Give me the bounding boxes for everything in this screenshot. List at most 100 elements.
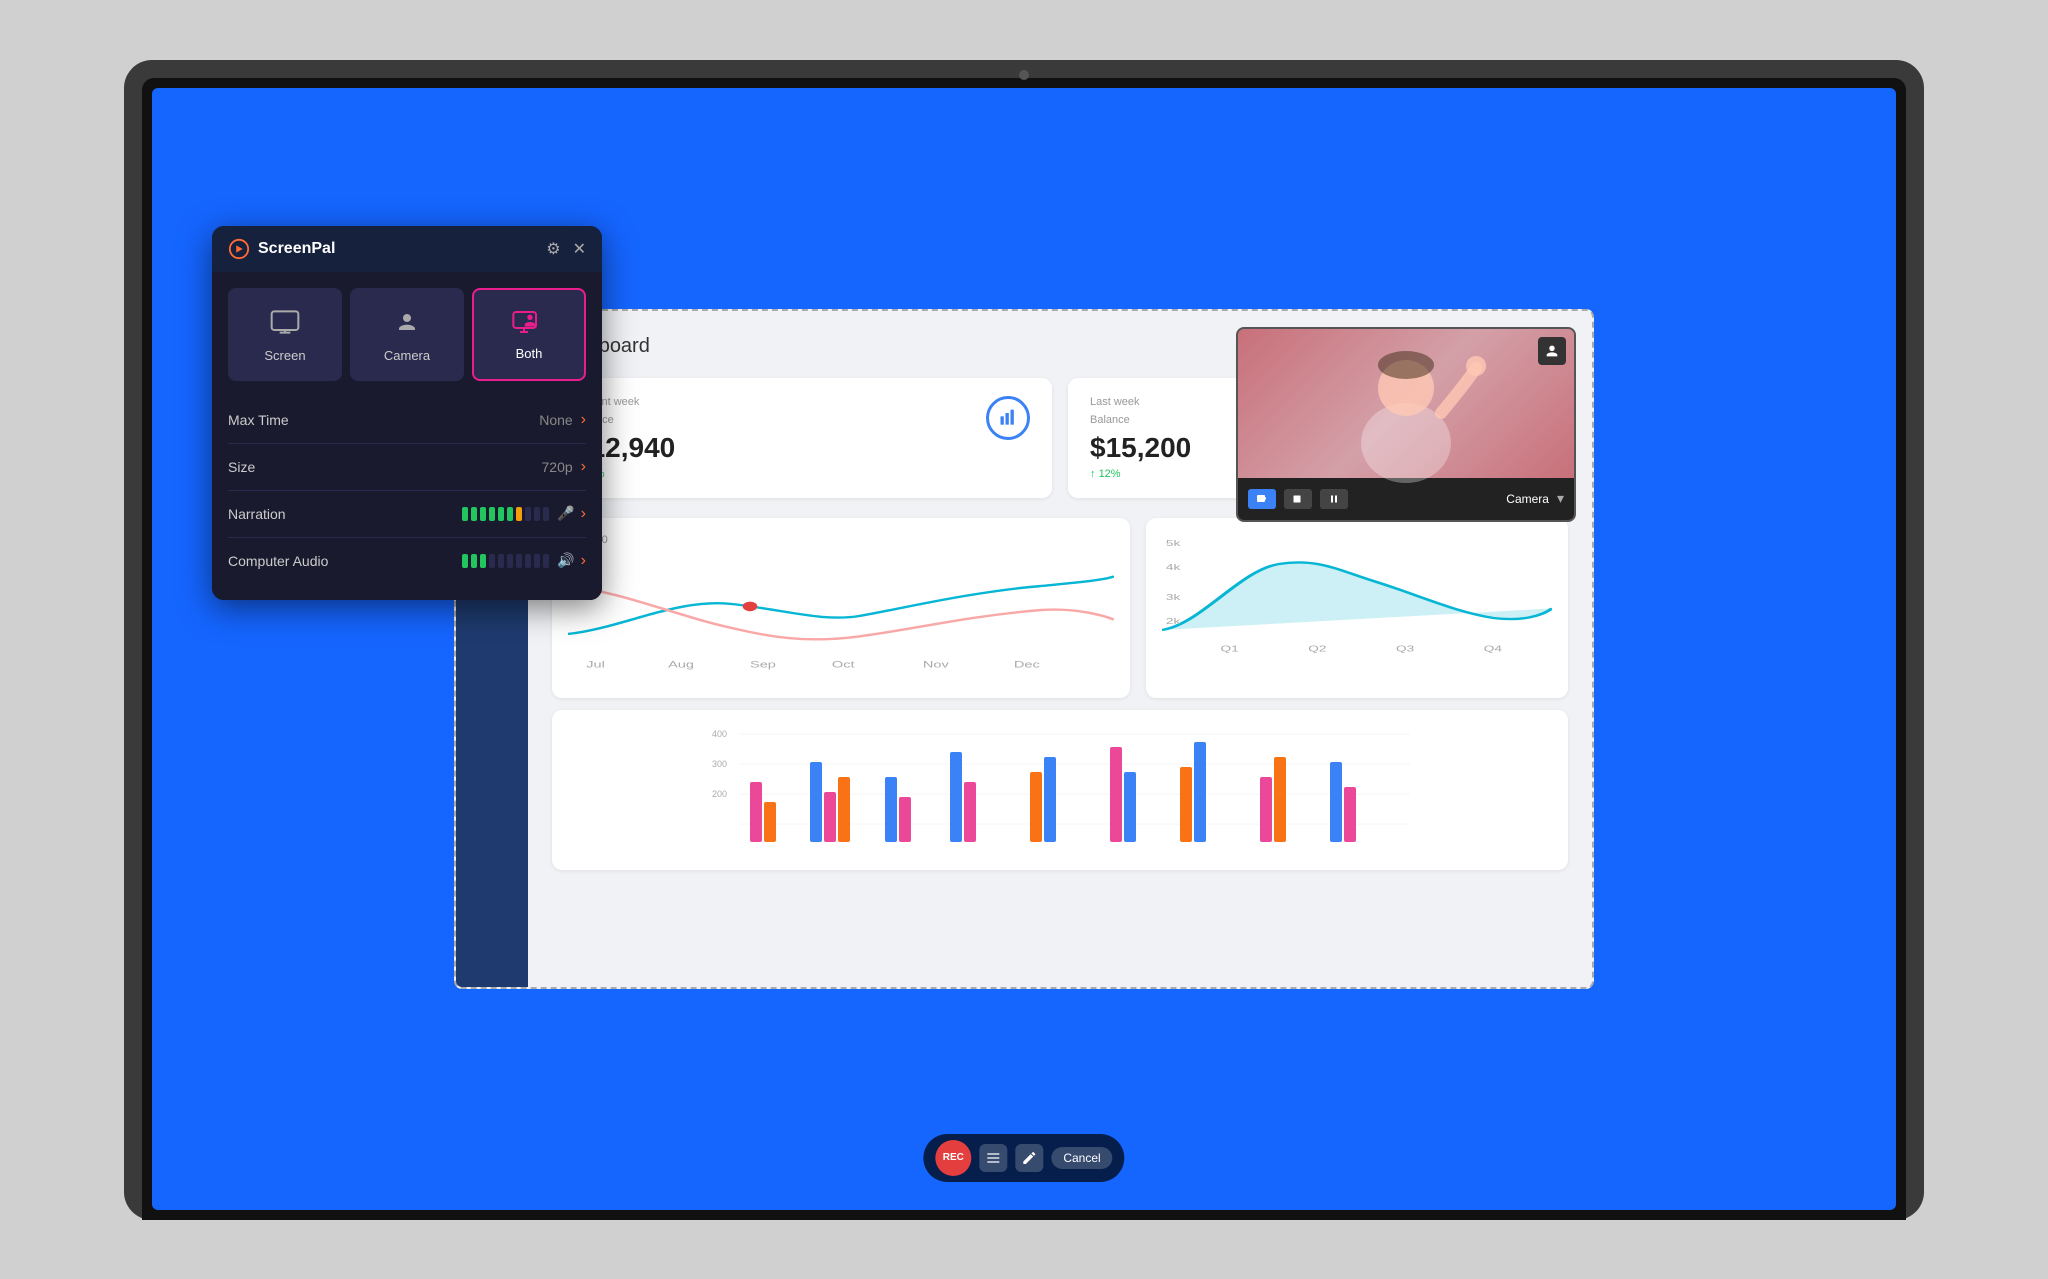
recorder-settings: Max Time None › Size 720p › Narration bbox=[212, 397, 602, 600]
recorder-toolbar: REC Cancel bbox=[923, 1134, 1124, 1182]
recorder-header-actions: ⚙ ✕ bbox=[546, 239, 586, 259]
svg-text:4k: 4k bbox=[1166, 563, 1181, 572]
bar-3 bbox=[480, 507, 486, 521]
ca-bar-2 bbox=[471, 554, 477, 568]
settings-icon[interactable]: ⚙ bbox=[546, 239, 560, 259]
svg-text:5k: 5k bbox=[1166, 539, 1181, 548]
camera-controls: Camera ▾ bbox=[1238, 478, 1574, 520]
bar-chart-card: 400 300 200 bbox=[552, 710, 1568, 870]
dashboard-window: Dashboard Current week Balance $12,940 ↑… bbox=[454, 309, 1594, 989]
svg-text:400: 400 bbox=[712, 729, 727, 739]
computer-audio-arrow: › bbox=[581, 552, 586, 570]
bar-10 bbox=[543, 507, 549, 521]
svg-text:Q3: Q3 bbox=[1396, 644, 1414, 653]
svg-text:Dec: Dec bbox=[1014, 659, 1040, 670]
svg-text:Aug: Aug bbox=[668, 659, 694, 670]
max-time-label: Max Time bbox=[228, 412, 539, 428]
mode-both-btn[interactable]: Both bbox=[472, 288, 586, 381]
both-mode-icon bbox=[512, 306, 546, 336]
narration-audio-bars bbox=[462, 507, 549, 521]
max-time-arrow: › bbox=[581, 411, 586, 429]
toolbar-draw-btn[interactable] bbox=[1015, 1144, 1043, 1172]
close-icon[interactable]: ✕ bbox=[573, 239, 586, 259]
svg-text:Q4: Q4 bbox=[1484, 644, 1502, 653]
svg-text:Q2: Q2 bbox=[1308, 644, 1326, 653]
balance-label-2: Balance bbox=[1090, 414, 1191, 426]
mode-camera-btn[interactable]: Camera bbox=[350, 288, 464, 381]
ca-bar-8 bbox=[525, 554, 531, 568]
svg-text:300: 300 bbox=[712, 759, 727, 769]
laptop-body: Dashboard Current week Balance $12,940 ↑… bbox=[124, 60, 1924, 1220]
rec-label: REC bbox=[943, 1152, 964, 1163]
cam-btn-3[interactable] bbox=[1320, 489, 1348, 509]
ca-bar-7 bbox=[516, 554, 522, 568]
screen-mode-icon bbox=[269, 306, 301, 338]
ca-bar-4 bbox=[489, 554, 495, 568]
bar-4 bbox=[489, 507, 495, 521]
svg-text:2k: 2k bbox=[1166, 617, 1181, 626]
card-current-week: Current week Balance $12,940 ↑ 15% bbox=[552, 378, 1052, 498]
screen-content: Dashboard Current week Balance $12,940 ↑… bbox=[152, 88, 1896, 1210]
person-svg bbox=[1326, 327, 1486, 484]
setting-computer-audio[interactable]: Computer Audio bbox=[228, 538, 586, 584]
camera-label[interactable]: Camera bbox=[1506, 492, 1549, 506]
camera-mode-icon bbox=[391, 306, 423, 338]
bar-5 bbox=[498, 507, 504, 521]
mode-screen-label: Screen bbox=[264, 348, 305, 363]
area-chart-svg: 5k 4k 3k 2k Q1 Q2 Q3 Q4 bbox=[1162, 534, 1552, 654]
cam-btn-2[interactable] bbox=[1284, 489, 1312, 509]
card-change-2: ↑ 12% bbox=[1090, 468, 1191, 480]
ca-bar-6 bbox=[507, 554, 513, 568]
cam-person-icon bbox=[1538, 337, 1566, 365]
svg-text:Sep: Sep bbox=[750, 659, 776, 670]
toolbar-list-btn[interactable] bbox=[979, 1144, 1007, 1172]
setting-max-time[interactable]: Max Time None › bbox=[228, 397, 586, 444]
svg-text:Jul: Jul bbox=[586, 659, 605, 670]
bar-8 bbox=[525, 507, 531, 521]
list-icon bbox=[985, 1150, 1001, 1166]
bar-9 bbox=[534, 507, 540, 521]
ca-bar-5 bbox=[498, 554, 504, 568]
mic-icon: 🎤 bbox=[557, 505, 574, 522]
mode-both-label: Both bbox=[516, 346, 543, 361]
ca-bar-3 bbox=[480, 554, 486, 568]
screen-bezel: Dashboard Current week Balance $12,940 ↑… bbox=[142, 78, 1906, 1220]
narration-arrow: › bbox=[581, 505, 586, 523]
speaker-icon: 🔊 bbox=[557, 552, 574, 569]
bar-2 bbox=[471, 507, 477, 521]
svg-text:200: 200 bbox=[712, 789, 727, 799]
bar-7 bbox=[516, 507, 522, 521]
bar-chart-svg: 400 300 200 bbox=[564, 722, 1556, 862]
svg-text:Oct: Oct bbox=[832, 659, 855, 670]
recorder-logo: ScreenPal bbox=[228, 238, 335, 260]
camera-dropdown-icon[interactable]: ▾ bbox=[1557, 490, 1564, 507]
recorder-title: ScreenPal bbox=[258, 240, 335, 258]
rec-button[interactable]: REC bbox=[935, 1140, 971, 1176]
bar-6 bbox=[507, 507, 513, 521]
size-value: 720p bbox=[542, 459, 573, 475]
svg-text:Q1: Q1 bbox=[1221, 644, 1239, 653]
draw-icon bbox=[1021, 1150, 1037, 1166]
setting-narration[interactable]: Narration 🎤 bbox=[228, 491, 586, 538]
size-arrow: › bbox=[581, 458, 586, 476]
setting-size[interactable]: Size 720p › bbox=[228, 444, 586, 491]
screenpal-logo-icon bbox=[228, 238, 250, 260]
cam-btn-1[interactable] bbox=[1248, 489, 1276, 509]
charts-row: $326,00 Jul Aug Se bbox=[552, 518, 1568, 698]
svg-text:3k: 3k bbox=[1166, 593, 1181, 602]
computer-audio-bars bbox=[462, 554, 549, 568]
cancel-button[interactable]: Cancel bbox=[1051, 1147, 1112, 1169]
card-icon-1 bbox=[986, 396, 1030, 440]
mode-screen-btn[interactable]: Screen bbox=[228, 288, 342, 381]
bar-1 bbox=[462, 507, 468, 521]
ca-bar-10 bbox=[543, 554, 549, 568]
camera-preview: Camera ▾ bbox=[1236, 327, 1576, 522]
right-chart-card: 5k 4k 3k 2k Q1 Q2 Q3 Q4 bbox=[1146, 518, 1568, 698]
camera-feed bbox=[1238, 329, 1574, 478]
size-label: Size bbox=[228, 459, 542, 475]
card-value-2: $15,200 bbox=[1090, 432, 1191, 464]
max-time-value: None bbox=[539, 412, 572, 428]
webcam bbox=[1019, 70, 1029, 80]
mode-camera-label: Camera bbox=[384, 348, 430, 363]
line-chart-svg: Jul Aug Sep Oct Nov Dec bbox=[568, 550, 1114, 670]
